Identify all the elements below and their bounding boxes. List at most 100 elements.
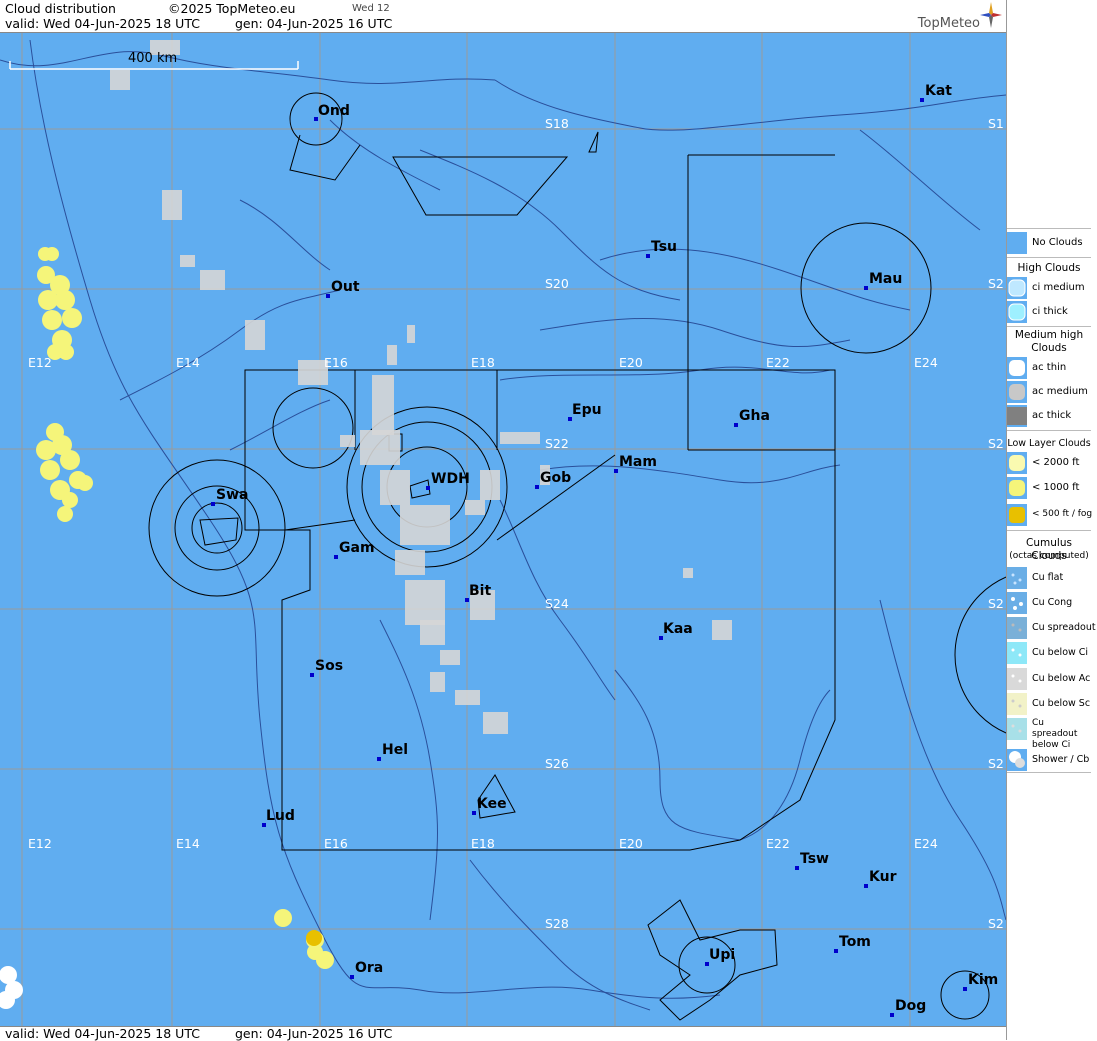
cu-cell <box>110 70 130 90</box>
cu-cell <box>400 505 450 545</box>
cu-below-ac-icon <box>1011 674 1022 683</box>
chart-title: Cloud distribution <box>5 1 116 16</box>
header-bar: Cloud distribution ©2025 TopMeteo.eu Wed… <box>0 0 1006 33</box>
shower-cb-icon <box>1009 751 1025 768</box>
cu-cell <box>245 320 265 350</box>
legend-low-title: Low Layer Clouds <box>1007 438 1091 449</box>
cu-cong-icon <box>1011 597 1023 610</box>
grid-label-s28: S28 <box>545 916 569 931</box>
no-clouds-swatch <box>1007 232 1027 254</box>
low-cloud-cell <box>57 506 73 522</box>
grid-label-e18: E18 <box>471 355 495 370</box>
cu-cell <box>180 255 195 267</box>
low-cloud-cell <box>307 944 323 960</box>
low-cloud-cell <box>60 450 80 470</box>
legend-cu-subtitle: (octas computed) <box>1009 551 1089 561</box>
cu-cell <box>455 690 480 705</box>
edge-label-s20: S2 <box>988 276 1004 291</box>
grid-label-e16-south: E16 <box>324 836 348 851</box>
edge-label-s18: S1 <box>988 116 1004 131</box>
legend-ac-medium: ac medium <box>1007 381 1091 405</box>
scale-label: 400 km <box>128 51 178 66</box>
edge-label-s22: S2 <box>988 436 1004 451</box>
grid-label-e24-south: E24 <box>914 836 938 851</box>
low-cloud-cell <box>274 909 292 927</box>
grid-label-s26: S26 <box>545 756 569 771</box>
footer-bar: valid: Wed 04-Jun-2025 18 UTC gen: 04-Ju… <box>0 1026 1006 1041</box>
legend-shower-cb: Shower / Cb <box>1007 749 1091 773</box>
cu-cell <box>440 650 460 665</box>
grid-label-e18-south: E18 <box>471 836 495 851</box>
grid-label-s20: S20 <box>545 276 569 291</box>
cu-cell <box>380 470 410 505</box>
grid-label-s18: S18 <box>545 116 569 131</box>
legend-ac-thick: ac thick <box>1007 405 1091 429</box>
cu-spreadout-below-ci-icon <box>1011 724 1022 733</box>
grid-label-e14: E14 <box>176 355 200 370</box>
low-cloud-cell <box>58 344 74 360</box>
grid-label-s22: S22 <box>545 436 569 451</box>
legend-divider <box>1007 326 1091 327</box>
low-cloud-cell <box>55 290 75 310</box>
generated-time: gen: 04-Jun-2025 16 UTC <box>235 16 393 31</box>
cu-cell <box>712 620 732 640</box>
cu-spreadout-icon <box>1011 623 1022 632</box>
legend-low-1000: < 1000 ft <box>1007 477 1091 501</box>
cu-cell <box>340 435 355 447</box>
cu-below-sc-icon <box>1011 699 1022 708</box>
legend-low-2000: < 2000 ft <box>1007 452 1091 476</box>
low-cloud-cell <box>62 492 78 508</box>
legend-panel: No Clouds High Clouds ci medium ci thick… <box>1006 0 1097 1040</box>
legend-divider <box>1007 257 1091 258</box>
brand-name: TopMeteo <box>917 16 980 31</box>
legend-divider <box>1007 430 1091 431</box>
edge-label-s28: S2 <box>988 916 1004 931</box>
cu-cell <box>360 430 400 465</box>
map-background <box>0 33 1006 1026</box>
cu-flat-icon <box>1011 573 1022 585</box>
edge-label-s26: S2 <box>988 756 1004 771</box>
ac-medium-icon <box>1009 384 1025 400</box>
cu-cell <box>420 620 445 645</box>
grid-label-e16: E16 <box>324 355 348 370</box>
low-cloud-cell <box>45 247 59 261</box>
map-canvas <box>0 33 1097 1026</box>
fog-cell <box>306 930 322 946</box>
cu-cell <box>407 325 415 343</box>
copyright: ©2025 TopMeteo.eu <box>168 1 296 16</box>
grid-label-e22: E22 <box>766 355 790 370</box>
day-code: Wed 12 <box>352 3 390 14</box>
legend-medium-title: Medium high Clouds <box>1014 329 1084 354</box>
grid-label-e14-south: E14 <box>176 836 200 851</box>
low-cloud-cell <box>36 440 56 460</box>
cu-cell <box>500 432 540 444</box>
weather-map[interactable]: 400 km E12 E14 E16 E18 E20 E22 E24 E12 E… <box>0 33 1097 1026</box>
legend-divider <box>1007 530 1091 531</box>
cu-cell <box>200 270 225 290</box>
edge-label-s24: S2 <box>988 596 1004 611</box>
low-2000-icon <box>1009 455 1025 471</box>
legend-cu-cong: Cu Cong <box>1007 592 1091 616</box>
low-cloud-cell <box>42 310 62 330</box>
grid-label-e22-south: E22 <box>766 836 790 851</box>
legend-cu-below-sc: Cu below Sc <box>1007 693 1091 717</box>
grid-label-e12-south: E12 <box>28 836 52 851</box>
ac-thin-icon <box>1009 360 1025 376</box>
cu-cell <box>372 375 394 435</box>
low-cloud-cell <box>40 460 60 480</box>
ci-medium-icon <box>1008 279 1026 297</box>
cu-cell <box>430 672 445 692</box>
ac-thick-icon <box>1007 407 1027 425</box>
ci-thick-icon <box>1008 303 1026 321</box>
legend-cu-spreadout: Cu spreadout <box>1007 617 1096 641</box>
legend-cu-below-ci: Cu below Ci <box>1007 642 1091 666</box>
cu-cell <box>483 712 508 734</box>
grid-label-s24: S24 <box>545 596 569 611</box>
legend-cu-spreadout-below-ci: Cu spreadout below Ci <box>1007 718 1091 750</box>
cu-cell <box>480 470 500 500</box>
grid-label-e20-south: E20 <box>619 836 643 851</box>
legend-divider <box>1007 228 1091 229</box>
valid-time: valid: Wed 04-Jun-2025 18 UTC <box>5 16 200 31</box>
footer-generated-time: gen: 04-Jun-2025 16 UTC <box>235 1026 393 1041</box>
low-cloud-cell <box>62 308 82 328</box>
